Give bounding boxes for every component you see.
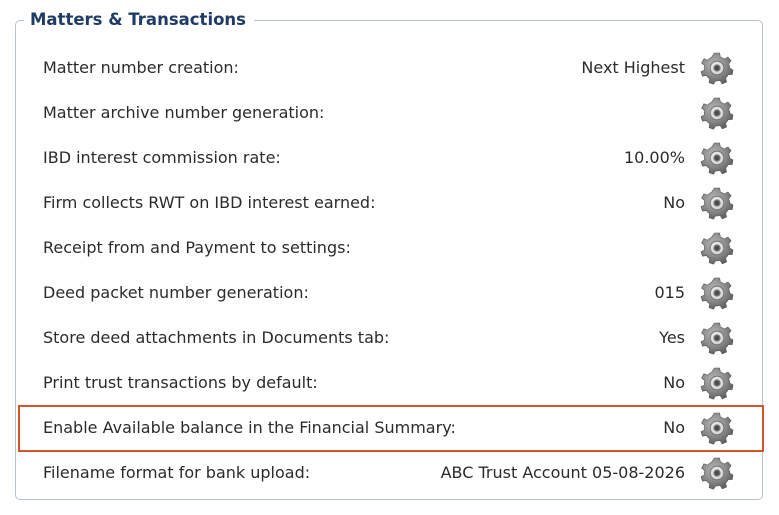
setting-row-print-trust-transactions: Print trust transactions by default: No <box>15 360 763 405</box>
setting-label: Store deed attachments in Documents tab: <box>43 328 390 347</box>
setting-label: Filename format for bank upload: <box>43 463 311 482</box>
setting-label: Deed packet number generation: <box>43 283 309 302</box>
setting-row-receipt-payment-settings: Receipt from and Payment to settings: <box>15 225 763 270</box>
setting-label: Receipt from and Payment to settings: <box>43 238 351 257</box>
setting-row-ibd-interest-commission-rate: IBD interest commission rate: 10.00% <box>15 135 763 180</box>
setting-row-matter-number-creation: Matter number creation: Next Highest <box>15 45 763 90</box>
setting-label: Print trust transactions by default: <box>43 373 318 392</box>
gear-icon[interactable] <box>700 366 734 400</box>
gear-icon[interactable] <box>700 51 734 85</box>
setting-value: 015 <box>654 283 685 302</box>
setting-value: No <box>663 373 685 392</box>
panel-title: Matters & Transactions <box>24 7 254 33</box>
setting-label: IBD interest commission rate: <box>43 148 281 167</box>
setting-value: Yes <box>659 328 685 347</box>
setting-row-deed-packet-number-generation: Deed packet number generation: 015 <box>15 270 763 315</box>
setting-row-store-deed-attachments: Store deed attachments in Documents tab:… <box>15 315 763 360</box>
setting-row-matter-archive-number-generation: Matter archive number generation: <box>15 90 763 135</box>
gear-icon[interactable] <box>700 186 734 220</box>
setting-row-enable-available-balance: Enable Available balance in the Financia… <box>15 405 764 452</box>
gear-icon[interactable] <box>700 141 734 175</box>
setting-row-filename-format-bank-upload: Filename format for bank upload: ABC Tru… <box>15 450 763 495</box>
setting-label: Matter number creation: <box>43 58 239 77</box>
gear-icon[interactable] <box>700 96 734 130</box>
setting-value: No <box>663 418 685 437</box>
setting-value: 10.00% <box>623 148 685 167</box>
setting-value: Next Highest <box>581 58 685 77</box>
gear-icon[interactable] <box>700 276 734 310</box>
gear-icon[interactable] <box>700 321 734 355</box>
setting-label: Firm collects RWT on IBD interest earned… <box>43 193 376 212</box>
setting-value: ABC Trust Account 05-08-2026 <box>440 463 685 482</box>
settings-list: Matter number creation: Next Highest Mat… <box>15 45 764 495</box>
setting-value: No <box>663 193 685 212</box>
setting-label: Matter archive number generation: <box>43 103 325 122</box>
gear-icon[interactable] <box>700 456 734 490</box>
setting-row-firm-collects-rwt: Firm collects RWT on IBD interest earned… <box>15 180 763 225</box>
gear-icon[interactable] <box>700 231 734 265</box>
gear-icon[interactable] <box>700 411 734 445</box>
setting-label: Enable Available balance in the Financia… <box>43 418 456 437</box>
